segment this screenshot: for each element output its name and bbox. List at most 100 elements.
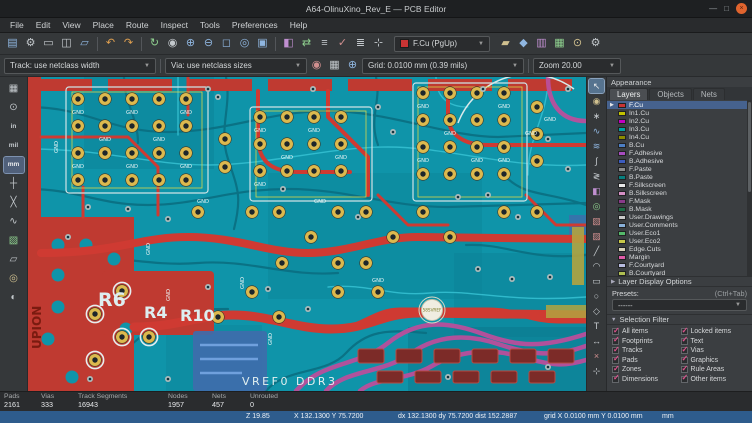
tab-layers[interactable]: Layers bbox=[609, 88, 648, 100]
menu-inspect[interactable]: Inspect bbox=[155, 19, 194, 31]
layer-row-b-adhesive[interactable]: B.Adhesive bbox=[607, 157, 752, 165]
route-track-icon[interactable]: ∿ bbox=[589, 124, 604, 138]
checkbox[interactable]: ✓ bbox=[612, 328, 619, 335]
layer-row-b-silkscreen[interactable]: B.Silkscreen bbox=[607, 189, 752, 197]
measure-icon[interactable]: ⊹ bbox=[370, 35, 387, 52]
find-icon[interactable]: ◉ bbox=[164, 35, 181, 52]
layer-row-f-cu[interactable]: ▶F.Cu bbox=[607, 101, 752, 109]
zoom-dropdown[interactable]: Zoom 20.00 ▼ bbox=[533, 58, 621, 74]
update-pcb-icon[interactable]: ⇄ bbox=[298, 35, 315, 52]
menu-help[interactable]: Help bbox=[284, 19, 313, 31]
preferences-icon[interactable]: ⚙ bbox=[587, 35, 604, 52]
zoom-objects-icon[interactable]: ◎ bbox=[236, 35, 253, 52]
add-rule-area-icon[interactable]: ▨ bbox=[589, 229, 604, 243]
filter-tracks[interactable]: ✓Tracks bbox=[612, 347, 679, 355]
layer-color-swatch[interactable] bbox=[618, 183, 626, 188]
units-inches-icon[interactable]: in bbox=[4, 119, 24, 135]
scrollbar-thumb[interactable] bbox=[748, 102, 751, 192]
maximize-button[interactable]: □ bbox=[724, 5, 729, 13]
layer-row-b-mask[interactable]: B.Mask bbox=[607, 205, 752, 213]
draw-circle-icon[interactable]: ○ bbox=[589, 289, 604, 303]
pad-display-icon[interactable]: ◎ bbox=[4, 271, 24, 287]
tune-length-icon[interactable]: ∫ bbox=[589, 154, 604, 168]
menu-tools[interactable]: Tools bbox=[194, 19, 226, 31]
checkbox[interactable]: ✓ bbox=[681, 338, 688, 345]
layer-color-swatch[interactable] bbox=[618, 223, 626, 228]
checkbox[interactable]: ✓ bbox=[681, 376, 688, 383]
layer-row-user-drawings[interactable]: User.Drawings bbox=[607, 213, 752, 221]
layer-row-in1-cu[interactable]: In1.Cu bbox=[607, 109, 752, 117]
track-width-dropdown[interactable]: Track: use netclass width ▼ bbox=[4, 58, 156, 74]
layer-color-swatch[interactable] bbox=[618, 143, 626, 148]
layer-row-b-courtyard[interactable]: B.Courtyard bbox=[607, 269, 752, 276]
menu-preferences[interactable]: Preferences bbox=[226, 19, 284, 31]
layer-color-swatch[interactable] bbox=[618, 135, 626, 140]
print-icon[interactable]: ◫ bbox=[58, 35, 75, 52]
undo-icon[interactable]: ↶ bbox=[102, 35, 119, 52]
filter-text[interactable]: ✓Text bbox=[681, 338, 748, 346]
footprint-editor-icon[interactable]: ◧ bbox=[280, 35, 297, 52]
grid-properties-icon[interactable]: ▦ bbox=[326, 57, 343, 74]
draw-rect-icon[interactable]: ▭ bbox=[589, 274, 604, 288]
layer-color-swatch[interactable] bbox=[618, 103, 626, 108]
layer-color-swatch[interactable] bbox=[618, 191, 626, 196]
menu-view[interactable]: View bbox=[56, 19, 86, 31]
layer-color-swatch[interactable] bbox=[618, 167, 626, 172]
units-mils-icon[interactable]: mil bbox=[4, 138, 24, 154]
layer-manager-icon[interactable]: ▦ bbox=[551, 35, 568, 52]
checkbox[interactable]: ✓ bbox=[612, 366, 619, 373]
pcb-canvas[interactable]: 58SVREF GNDGNDGNDGNDGNDGNDGNDGNDGNDGNDGN… bbox=[28, 77, 586, 391]
draw-arc-icon[interactable]: ◠ bbox=[589, 259, 604, 273]
presets-dropdown[interactable]: ------ ▼ bbox=[612, 299, 747, 311]
curved-ratsnest-icon[interactable]: ∿ bbox=[4, 214, 24, 230]
layer-row-f-courtyard[interactable]: F.Courtyard bbox=[607, 261, 752, 269]
add-footprint-icon[interactable]: ◧ bbox=[589, 184, 604, 198]
layer-row-user-comments[interactable]: User.Comments bbox=[607, 221, 752, 229]
refresh-icon[interactable]: ↻ bbox=[146, 35, 163, 52]
redo-icon[interactable]: ↷ bbox=[120, 35, 137, 52]
footprint-lib-icon[interactable]: ▥ bbox=[533, 35, 550, 52]
page-settings-icon[interactable]: ▭ bbox=[40, 35, 57, 52]
checkbox[interactable]: ✓ bbox=[681, 347, 688, 354]
high-contrast-icon[interactable]: ◐ bbox=[4, 290, 24, 306]
checkbox[interactable]: ✓ bbox=[681, 366, 688, 373]
filter-other-items[interactable]: ✓Other items bbox=[681, 376, 748, 384]
layer-color-swatch[interactable] bbox=[618, 127, 626, 132]
layer-color-swatch[interactable] bbox=[618, 199, 626, 204]
layer-color-swatch[interactable] bbox=[618, 271, 626, 276]
add-dimension-icon[interactable]: ↔ bbox=[589, 334, 604, 348]
draw-polygon-icon[interactable]: ◇ bbox=[589, 304, 604, 318]
layer-color-swatch[interactable] bbox=[618, 255, 626, 260]
plot-icon[interactable]: ▱ bbox=[76, 35, 93, 52]
minimize-button[interactable]: — bbox=[709, 5, 717, 13]
layer-row-b-paste[interactable]: B.Paste bbox=[607, 173, 752, 181]
filter-zones[interactable]: ✓Zones bbox=[612, 366, 679, 374]
checkbox[interactable]: ✓ bbox=[612, 376, 619, 383]
selection-tool-icon[interactable]: ↖ bbox=[589, 79, 604, 93]
menu-place[interactable]: Place bbox=[87, 19, 120, 31]
layer-color-swatch[interactable] bbox=[618, 175, 626, 180]
layer-row-user-eco2[interactable]: User.Eco2 bbox=[607, 237, 752, 245]
zoom-tool-icon[interactable]: ⊕ bbox=[344, 57, 361, 74]
board-setup-icon[interactable]: ⚙ bbox=[22, 35, 39, 52]
draw-line-icon[interactable]: ╱ bbox=[589, 244, 604, 258]
layer-row-user-eco1[interactable]: User.Eco1 bbox=[607, 229, 752, 237]
add-via-icon[interactable]: ◎ bbox=[589, 199, 604, 213]
add-text-icon[interactable]: T bbox=[589, 319, 604, 333]
layer-row-f-adhesive[interactable]: F.Adhesive bbox=[607, 149, 752, 157]
selection-filter-header[interactable]: ▼ Selection Filter bbox=[607, 314, 752, 325]
layer-color-swatch[interactable] bbox=[618, 215, 626, 220]
layer-color-swatch[interactable] bbox=[618, 207, 626, 212]
tune-skew-icon[interactable]: ≷ bbox=[589, 169, 604, 183]
route-diff-pair-icon[interactable]: ≋ bbox=[589, 139, 604, 153]
filter-pads[interactable]: ✓Pads bbox=[612, 357, 679, 365]
highlight-net-tool-icon[interactable]: ◉ bbox=[589, 94, 604, 108]
layer-row-b-cu[interactable]: B.Cu bbox=[607, 141, 752, 149]
crosshair-cursor-icon[interactable]: ┼ bbox=[4, 176, 24, 192]
track-via-properties-icon[interactable]: ◉ bbox=[308, 57, 325, 74]
layer-color-swatch[interactable] bbox=[618, 159, 626, 164]
checkbox[interactable]: ✓ bbox=[681, 328, 688, 335]
script-console-icon[interactable]: ≣ bbox=[352, 35, 369, 52]
checkbox[interactable]: ✓ bbox=[612, 357, 619, 364]
grid-toggle-icon[interactable]: ▦ bbox=[4, 81, 24, 97]
